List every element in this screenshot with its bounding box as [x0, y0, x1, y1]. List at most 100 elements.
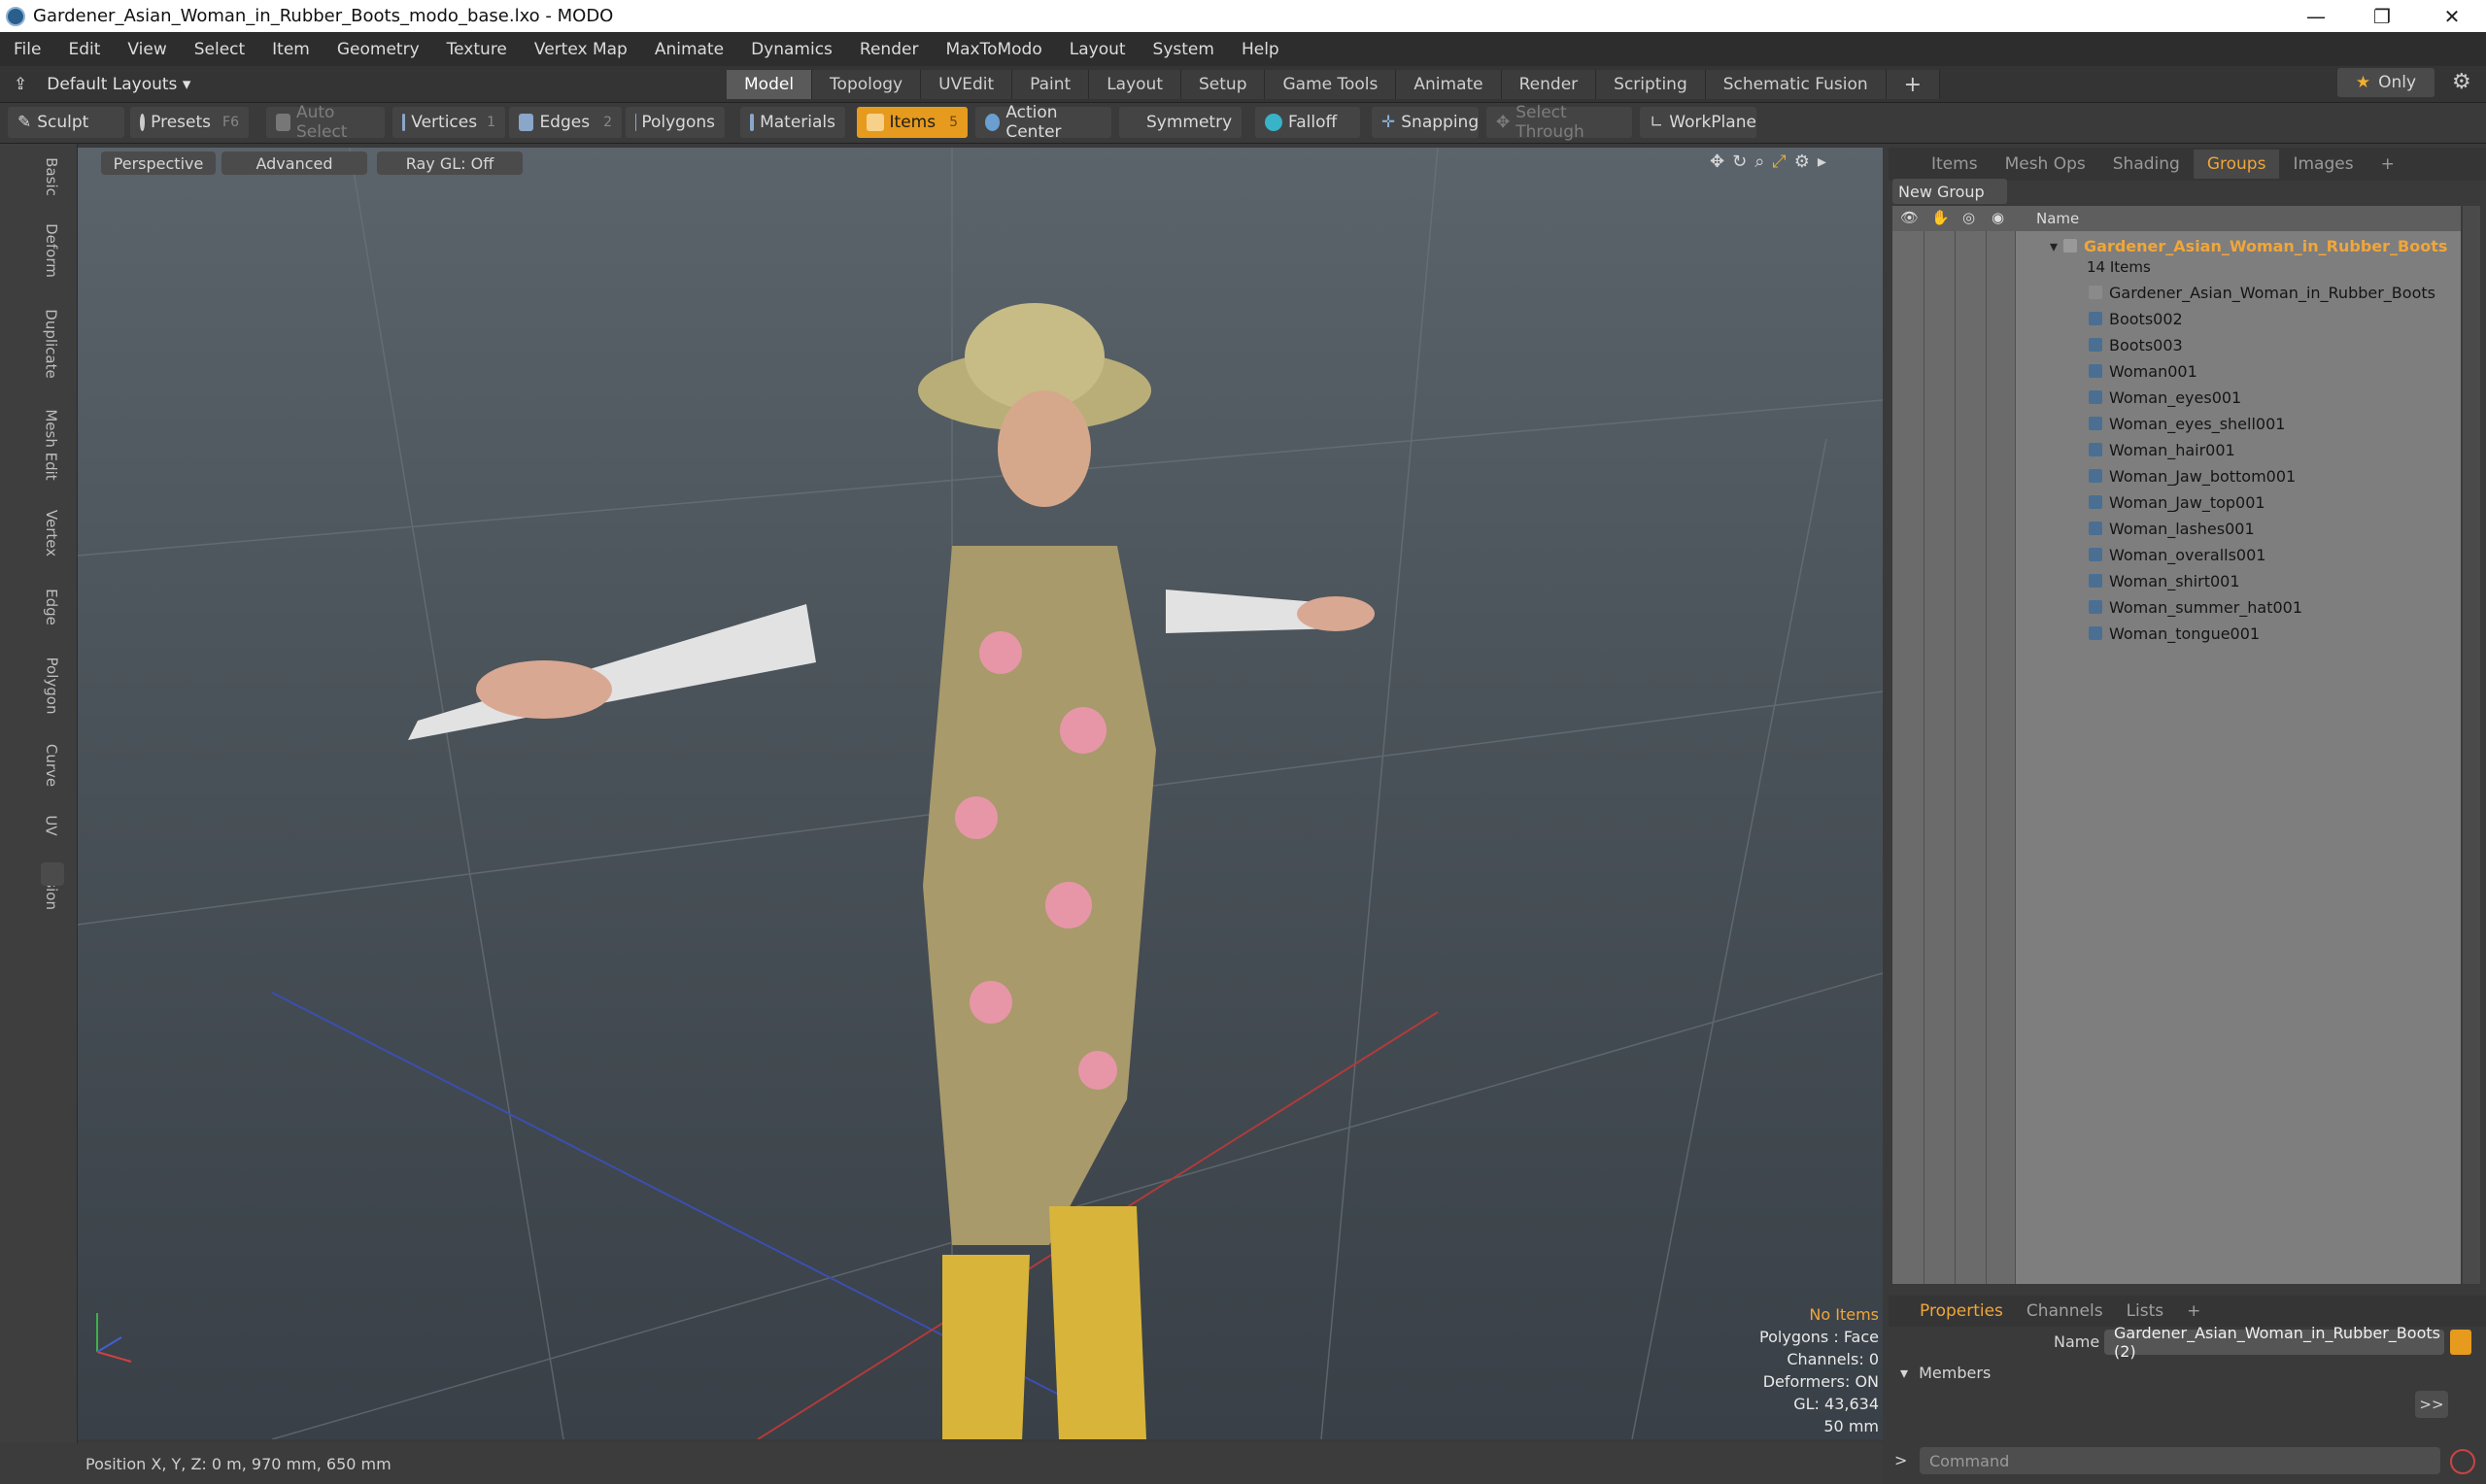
command-input[interactable]: Command — [1920, 1447, 2440, 1474]
menu-geometry[interactable]: Geometry — [324, 40, 433, 59]
tab-schematic-fusion[interactable]: Schematic Fusion — [1705, 70, 1887, 99]
minimize-icon[interactable]: — — [2283, 0, 2349, 32]
viewport-more-icon[interactable]: ▸ — [1818, 152, 1826, 172]
polygons-button[interactable]: Polygons — [626, 107, 725, 138]
name-column-header[interactable]: Name — [2036, 210, 2079, 227]
tab-uvedit[interactable]: UVEdit — [921, 70, 1013, 99]
tab-shading[interactable]: Shading — [2099, 154, 2194, 174]
shading-advanced-dropdown[interactable]: Advanced — [221, 152, 367, 175]
tab-properties[interactable]: Properties — [1908, 1301, 2015, 1321]
only-button[interactable]: ★ Only — [2337, 68, 2435, 97]
tab-paint[interactable]: Paint — [1012, 70, 1090, 99]
menu-edit[interactable]: Edit — [54, 40, 114, 59]
record-icon[interactable] — [2450, 1449, 2475, 1474]
viewport-settings-icon[interactable]: ⚙ — [1794, 152, 1810, 172]
layout-selector[interactable]: ⇪ Default Layouts ▾ — [14, 71, 190, 98]
tab-game-tools[interactable]: Game Tools — [1265, 70, 1397, 99]
menu-maxtomodo[interactable]: MaxToModo — [932, 40, 1055, 59]
menu-render[interactable]: Render — [846, 40, 933, 59]
list-item[interactable]: Gardener_Asian_Woman_in_Rubber_Boots — [2089, 280, 2435, 305]
tab-topology[interactable]: Topology — [812, 70, 922, 99]
falloff-button[interactable]: Falloff — [1255, 107, 1360, 138]
menu-layout[interactable]: Layout — [1056, 40, 1140, 59]
menu-animate[interactable]: Animate — [641, 40, 737, 59]
tab-render[interactable]: Render — [1501, 70, 1597, 99]
tab-scripting[interactable]: Scripting — [1596, 70, 1706, 99]
list-item[interactable]: Woman_Jaw_top001 — [2089, 489, 2265, 515]
add-properties-tab-icon[interactable]: + — [2175, 1301, 2212, 1321]
zoom-icon[interactable]: ⌕ — [1754, 152, 1764, 172]
tab-channels[interactable]: Channels — [2015, 1301, 2115, 1321]
select-column-icon[interactable]: ◉ — [1992, 209, 2004, 226]
auto-select-button[interactable]: Auto Select — [266, 103, 385, 142]
group-name-field[interactable]: Gardener_Asian_Woman_in_Rubber_Boots (2) — [2104, 1324, 2444, 1361]
restore-icon[interactable]: ❐ — [2349, 0, 2415, 32]
new-group-button[interactable]: New Group — [1892, 179, 2007, 204]
list-item[interactable]: Woman_overalls001 — [2089, 542, 2265, 567]
menu-texture[interactable]: Texture — [433, 40, 521, 59]
menu-item[interactable]: Item — [258, 40, 324, 59]
tab-items[interactable]: Items — [1918, 154, 1992, 174]
vtab-basic[interactable]: Basic — [39, 150, 64, 204]
add-tab-icon[interactable]: + — [1886, 70, 1941, 99]
vtab-curve[interactable]: Curve — [39, 732, 64, 798]
strip-expand-button[interactable] — [41, 862, 64, 886]
menu-dynamics[interactable]: Dynamics — [737, 40, 846, 59]
pan-icon[interactable]: ✥ — [1710, 152, 1724, 172]
sculpt-button[interactable]: ✎ Sculpt — [8, 107, 124, 138]
members-more-button[interactable]: >> — [2415, 1391, 2448, 1418]
menu-help[interactable]: Help — [1228, 40, 1293, 59]
list-item[interactable]: Boots002 — [2089, 306, 2183, 331]
workplane-button[interactable]: ∟ WorkPlane — [1640, 107, 1756, 138]
list-item[interactable]: Boots003 — [2089, 332, 2183, 357]
tab-animate[interactable]: Animate — [1396, 70, 1502, 99]
vtab-duplicate[interactable]: Duplicate — [39, 295, 64, 392]
vtab-edge[interactable]: Edge — [39, 575, 64, 639]
close-icon[interactable]: ✕ — [2419, 0, 2485, 32]
list-item[interactable]: Woman_hair001 — [2089, 437, 2235, 462]
list-item[interactable]: Woman_Jaw_bottom001 — [2089, 463, 2296, 489]
list-item[interactable]: Woman_summer_hat001 — [2089, 594, 2302, 620]
vtab-mesh-edit[interactable]: Mesh Edit — [39, 398, 64, 491]
collapse-icon[interactable]: ▾ — [2050, 237, 2058, 255]
menu-file[interactable]: File — [0, 40, 54, 59]
tab-layout[interactable]: Layout — [1089, 70, 1181, 99]
menu-view[interactable]: View — [114, 40, 180, 59]
rotate-icon[interactable]: ↻ — [1732, 152, 1747, 172]
list-item[interactable]: Woman001 — [2089, 358, 2197, 384]
vtab-uv[interactable]: UV — [39, 804, 64, 847]
list-item[interactable]: Woman_shirt001 — [2089, 568, 2240, 593]
raygl-toggle[interactable]: Ray GL: Off — [377, 152, 523, 175]
presets-button[interactable]: Presets F6 — [130, 107, 249, 138]
snapping-button[interactable]: ✛ Snapping — [1372, 107, 1479, 138]
tab-lists[interactable]: Lists — [2115, 1301, 2176, 1321]
tab-model[interactable]: Model — [727, 70, 813, 99]
render-column-icon[interactable]: ◎ — [1962, 209, 1975, 226]
settings-gear-icon[interactable]: ⚙ — [2452, 70, 2471, 94]
tree-scrollbar[interactable] — [2463, 206, 2480, 1284]
perspective-dropdown[interactable]: Perspective — [101, 152, 216, 175]
menu-select[interactable]: Select — [181, 40, 258, 59]
lock-column-icon[interactable]: ✋ — [1931, 209, 1950, 226]
menu-system[interactable]: System — [1140, 40, 1228, 59]
list-item[interactable]: Woman_eyes001 — [2089, 385, 2241, 410]
edges-button[interactable]: Edges 2 — [509, 107, 622, 138]
add-panel-tab-icon[interactable]: + — [2367, 154, 2408, 174]
visibility-column-icon[interactable]: 👁 — [1900, 209, 1919, 226]
select-through-button[interactable]: ✥ Select Through — [1486, 103, 1632, 142]
action-center-button[interactable]: Action Center — [975, 103, 1111, 142]
tab-mesh-ops[interactable]: Mesh Ops — [1992, 154, 2099, 174]
vtab-deform[interactable]: Deform — [39, 212, 64, 289]
vtab-vertex[interactable]: Vertex — [39, 497, 64, 569]
vtab-polygon[interactable]: Polygon — [39, 645, 64, 726]
members-section[interactable]: ▾ Members — [1900, 1364, 1991, 1382]
list-item[interactable]: Woman_tongue001 — [2089, 621, 2260, 646]
symmetry-button[interactable]: Symmetry — [1119, 107, 1242, 138]
3d-viewport[interactable] — [78, 148, 1883, 1439]
fit-icon[interactable]: ⤢ — [1772, 152, 1786, 172]
tab-groups[interactable]: Groups — [2193, 150, 2280, 179]
vertices-button[interactable]: Vertices 1 — [392, 107, 505, 138]
materials-button[interactable]: Materials — [740, 107, 845, 138]
items-button[interactable]: Items 5 — [857, 107, 968, 138]
list-item[interactable]: Woman_lashes001 — [2089, 516, 2255, 541]
